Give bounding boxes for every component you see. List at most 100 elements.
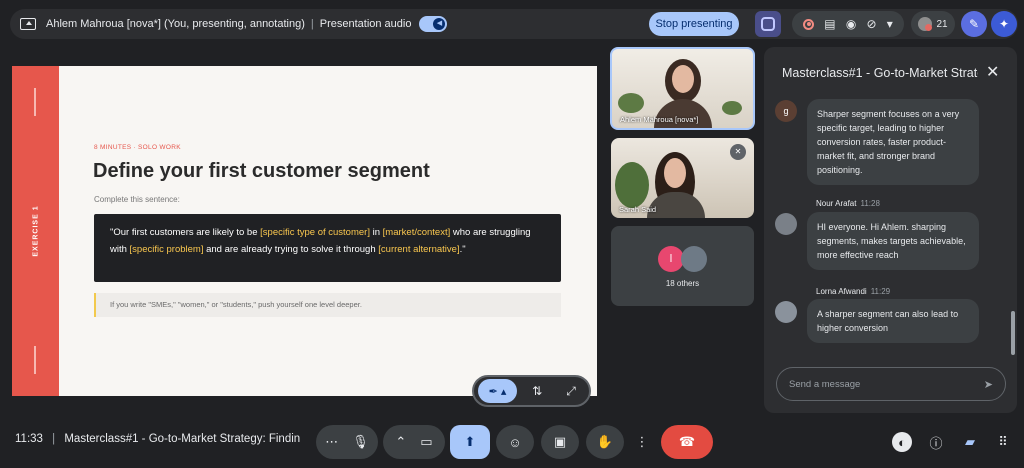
- sentence-text: .": [459, 244, 466, 255]
- slide-instruction: Complete this sentence:: [94, 195, 180, 204]
- presenting-info: Ahlem Mahroua [nova*] (You, presenting, …: [10, 9, 457, 39]
- plant-decor: [615, 162, 649, 208]
- message-input[interactable]: [789, 378, 984, 390]
- reactions-button[interactable]: ☺: [496, 425, 534, 459]
- hand-icon: ✋: [596, 434, 614, 449]
- effects-button[interactable]: ◐: [892, 432, 912, 452]
- slide-title: Define your first customer segment: [93, 160, 430, 182]
- video-tile-presenter[interactable]: Ahlem Mahroua [nova*]: [610, 47, 755, 130]
- chevron-up-icon[interactable]: ⌃: [395, 434, 406, 450]
- placeholder-highlight: [market/context]: [382, 227, 451, 238]
- meeting-info: 11:33 | Masterclass#1 - Go-to-Market Str…: [15, 433, 300, 445]
- present-screen-icon: [20, 18, 36, 30]
- timestamp: 11:29: [870, 287, 891, 296]
- message-meta: Lorna Afwandi 11:29: [816, 287, 890, 296]
- participants-button[interactable]: 21: [911, 11, 955, 37]
- camera-icon[interactable]: ▭: [420, 434, 432, 450]
- divider: |: [52, 433, 56, 445]
- camera-control-group: ⌃ ▭: [383, 425, 445, 459]
- sentence-text: in: [369, 227, 383, 238]
- expand-button[interactable]: ⤢: [557, 379, 585, 403]
- activities-button[interactable]: ⠿: [993, 432, 1013, 452]
- chat-message: A sharper segment can also lead to highe…: [807, 299, 979, 343]
- presentation-audio-toggle[interactable]: ◀: [419, 16, 448, 32]
- presentation-slide: EXERCISE 1 8 MINUTES · SOLO WORK Define …: [12, 66, 597, 396]
- more-vert-icon: ⋮: [635, 434, 649, 449]
- chat-message: Sharper segment focuses on a very specif…: [807, 99, 979, 185]
- message-input-box: ➤: [776, 367, 1006, 401]
- meeting-tools-group: ▤ ◉ ⊘ ▾: [792, 11, 904, 37]
- chat-button[interactable]: ▰: [960, 432, 980, 452]
- mic-control-group: ⋯ 🎙: [316, 425, 378, 459]
- placeholder-highlight: [specific type of customer]: [260, 227, 370, 238]
- eye-icon[interactable]: ◉: [846, 17, 856, 31]
- speaker-icon: ◀: [433, 18, 446, 30]
- stop-presenting-button[interactable]: Stop presenting: [649, 12, 739, 36]
- sentence-text: and are already trying to solve it throu…: [203, 244, 379, 255]
- sentence-text: "Our first customers are likely to be: [110, 227, 261, 238]
- meeting-details-button[interactable]: ⓘ: [926, 432, 946, 452]
- expand-icon: ⤢: [566, 383, 576, 398]
- avatar: [775, 301, 797, 323]
- tile-name: Ahlem Mahroua [nova*]: [620, 115, 699, 124]
- chat-scrollbar[interactable]: [1011, 311, 1015, 355]
- participant-count: 21: [936, 18, 948, 30]
- presenter-text: Ahlem Mahroua [nova*] (You, presenting, …: [46, 18, 305, 30]
- annotation-toolbar: ✒ ▴ ⇅ ⤢: [472, 375, 591, 407]
- pen-sparkle-button[interactable]: ✎: [961, 11, 987, 37]
- annotate-button[interactable]: [755, 11, 781, 37]
- annotate-icon: [761, 17, 775, 31]
- placeholder-highlight: [specific problem]: [129, 244, 204, 255]
- chat-title: Masterclass#1 - Go-to-Market Strategy: [782, 66, 978, 80]
- effects-icon: ◐: [898, 434, 906, 450]
- participants-avatar-icon: [918, 17, 933, 31]
- apps-grid-icon: ⠿: [998, 434, 1008, 449]
- placeholder-highlight: [current alternative]: [378, 244, 460, 255]
- avatar: g: [775, 100, 797, 122]
- presentation-audio-label: Presentation audio: [319, 18, 412, 30]
- meeting-title: Masterclass#1 - Go-to-Market Strategy: F…: [64, 433, 300, 445]
- leave-call-button[interactable]: ☎: [661, 425, 713, 459]
- side-line-top: [34, 88, 36, 116]
- divider: |: [310, 18, 314, 30]
- swap-arrows-icon: ⇅: [532, 384, 543, 398]
- author: Lorna Afwandi: [816, 287, 867, 296]
- captions-button[interactable]: ▣: [541, 425, 579, 459]
- chat-icon: ▰: [965, 434, 975, 449]
- pen-sparkle-icon: ✎: [968, 17, 980, 31]
- plant-decor: [722, 101, 742, 115]
- video-tile-participant[interactable]: ✕ Sarah Said: [611, 138, 754, 218]
- mic-off-icon: ✕: [730, 144, 746, 160]
- pen-tool-button[interactable]: ✒ ▴: [478, 379, 518, 403]
- swap-button[interactable]: ⇅: [523, 379, 551, 403]
- slide-side-band: EXERCISE 1: [12, 66, 59, 396]
- chat-message: HI everyone. Hi Ahlem. sharping segments…: [807, 212, 979, 270]
- gemini-button[interactable]: ✦: [991, 11, 1017, 37]
- send-icon[interactable]: ➤: [984, 378, 993, 391]
- side-line-bottom: [34, 346, 36, 374]
- record-icon[interactable]: [803, 18, 815, 30]
- raise-hand-button[interactable]: ✋: [586, 425, 624, 459]
- captions-off-icon[interactable]: ⊘: [867, 17, 877, 31]
- others-label: 18 others: [665, 279, 700, 288]
- more-audio-options-icon[interactable]: ⋯: [325, 434, 338, 450]
- author: Nour Arafat: [816, 199, 857, 208]
- more-options-button[interactable]: ⋮: [631, 425, 653, 459]
- transcript-icon[interactable]: ▤: [824, 17, 835, 31]
- present-now-button[interactable]: ⬆: [450, 425, 490, 459]
- others-tile[interactable]: l 18 others: [611, 226, 754, 306]
- slide-eyebrow: 8 MINUTES · SOLO WORK: [94, 144, 181, 151]
- close-icon[interactable]: ✕: [986, 62, 999, 82]
- others-avatar-photo: [681, 246, 707, 272]
- microphone-icon[interactable]: 🎙: [352, 434, 369, 450]
- pen-icon: ✒ ▴: [488, 385, 507, 398]
- tile-name: Sarah Said: [619, 205, 657, 214]
- clock-time: 11:33: [15, 433, 43, 445]
- chat-panel: Masterclass#1 - Go-to-Market Strategy ✕ …: [764, 47, 1017, 413]
- emoji-icon: ☺: [508, 434, 522, 450]
- present-screen-icon: ⬆: [464, 434, 476, 449]
- message-meta: Nour Arafat 11:28: [816, 199, 880, 208]
- chevron-down-icon[interactable]: ▾: [887, 17, 893, 31]
- timestamp: 11:28: [860, 199, 880, 208]
- avatar: [775, 213, 797, 235]
